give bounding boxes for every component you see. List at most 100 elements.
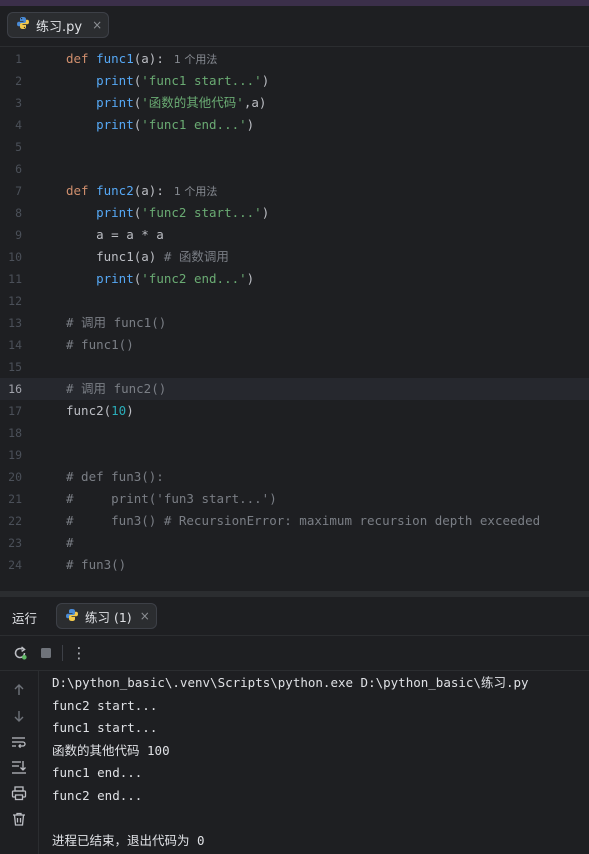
line-number: 1 (15, 52, 22, 66)
code-line[interactable]: 15 (0, 356, 589, 378)
file-tab[interactable]: 练习.py × (7, 12, 110, 38)
code-line[interactable]: 23 # (0, 532, 589, 554)
code-token: # func1() (66, 337, 134, 352)
console-line: func2 start... (52, 697, 158, 713)
line-number: 14 (8, 338, 22, 352)
code-line[interactable]: 6 (0, 158, 589, 180)
code-line[interactable]: 20 # def fun3(): (0, 466, 589, 488)
print-icon[interactable] (10, 784, 28, 802)
code-token: (a): (133, 183, 164, 198)
code-line[interactable]: 13 # 调用 func1() (0, 312, 589, 334)
code-token: a = a * a (66, 227, 164, 242)
code-token: # 调用 func2() (66, 381, 167, 396)
code-token: # fun3() # RecursionError: maximum recur… (66, 513, 541, 528)
line-number: 19 (8, 448, 22, 462)
code-token: print (96, 205, 134, 220)
usage-hint[interactable]: 1 个用法 (174, 53, 218, 66)
code-text: def func1(a): 1 个用法 (66, 48, 217, 71)
close-icon[interactable]: × (92, 18, 102, 32)
code-token: # (66, 535, 74, 550)
code-line[interactable]: 11 print('func2 end...') (0, 268, 589, 290)
code-line[interactable]: 16 # 调用 func2() (0, 378, 589, 400)
code-token: 'func2 end...' (141, 271, 247, 286)
code-token: 10 (111, 403, 127, 418)
code-line[interactable]: 21 # print('fun3 start...') (0, 488, 589, 510)
code-line[interactable]: 22 # fun3() # RecursionError: maximum rec… (0, 510, 589, 532)
soft-wrap-icon[interactable] (10, 733, 28, 751)
code-line[interactable]: 1 def func1(a): 1 个用法 (0, 48, 589, 70)
code-line[interactable]: 12 (0, 290, 589, 312)
code-token: print (96, 271, 134, 286)
code-token: # fun3() (66, 557, 127, 572)
trash-icon[interactable] (10, 810, 28, 828)
code-text: # fun3() # RecursionError: maximum recur… (66, 510, 540, 532)
line-number: 3 (15, 96, 22, 110)
code-text: # 调用 func2() (66, 378, 166, 400)
code-line[interactable]: 7 def func2(a): 1 个用法 (0, 180, 589, 202)
console-line: D:\python_basic\.venv\Scripts\python.exe… (52, 675, 529, 690)
code-text: # fun3() (66, 554, 126, 576)
code-line[interactable]: 8 print('func2 start...') (0, 202, 589, 224)
run-tab-label: 练习 (1) (85, 609, 132, 625)
down-arrow-icon[interactable] (10, 707, 28, 725)
code-token: func2 (96, 183, 134, 198)
code-line[interactable]: 14 # func1() (0, 334, 589, 356)
up-arrow-icon[interactable] (10, 681, 28, 699)
code-token: ) (126, 403, 134, 418)
run-toolbar: ⋮ (0, 636, 589, 671)
code-line[interactable]: 19 (0, 444, 589, 466)
code-token: ) (261, 205, 270, 220)
code-line[interactable]: 2 print('func1 start...') (0, 70, 589, 92)
code-line[interactable]: 9 a = a * a (0, 224, 589, 246)
code-text: # def fun3(): (66, 466, 164, 488)
line-number: 9 (15, 228, 22, 242)
code-line[interactable]: 24 # fun3() (0, 554, 589, 576)
line-number: 4 (15, 118, 22, 132)
code-line[interactable]: 3 print('函数的其他代码',a) (0, 92, 589, 114)
more-icon[interactable]: ⋮ (70, 644, 88, 662)
code-line[interactable]: 18 (0, 422, 589, 444)
python-icon (65, 608, 79, 625)
usage-hint[interactable]: 1 个用法 (174, 185, 218, 198)
code-line[interactable]: 10 func1(a) # 函数调用 (0, 246, 589, 268)
line-number: 23 (8, 536, 22, 550)
code-token: # 调用 func1() (66, 315, 167, 330)
code-token: # def fun3(): (66, 469, 164, 484)
code-token: 'func1 end...' (141, 117, 247, 132)
code-text: def func2(a): 1 个用法 (66, 180, 217, 203)
line-number: 6 (15, 162, 22, 176)
code-editor[interactable]: 1 def func1(a): 1 个用法 2 print('func1 start.… (0, 47, 589, 591)
code-token: # print('fun3 start...') (66, 491, 277, 506)
rerun-icon[interactable] (11, 644, 29, 662)
file-tab-label: 练习.py (36, 19, 83, 35)
run-config-tab[interactable]: 练习 (1) × (56, 603, 157, 629)
scroll-to-end-icon[interactable] (10, 758, 28, 776)
code-text: print('函数的其他代码',a) (66, 92, 266, 114)
run-panel-title: 运行 (12, 611, 38, 626)
code-line[interactable]: 4 print('func1 end...') (0, 114, 589, 136)
code-text: # print('fun3 start...') (66, 488, 277, 510)
code-token: func1(a) (66, 249, 164, 264)
code-text: print('func1 end...') (66, 114, 254, 136)
code-token: (a): (133, 51, 164, 66)
code-text: # (66, 532, 74, 554)
run-panel-header: 运行 练习 (1) × (0, 597, 589, 636)
code-line[interactable]: 5 (0, 136, 589, 158)
code-line[interactable]: 17 func2(10) (0, 400, 589, 422)
close-icon[interactable]: × (140, 609, 150, 623)
code-token: def (66, 183, 97, 198)
code-token: print (96, 73, 134, 88)
stop-icon[interactable] (37, 644, 55, 662)
line-number: 10 (8, 250, 22, 264)
code-token: print (96, 95, 134, 110)
line-number: 12 (8, 294, 22, 308)
code-token: func2( (66, 403, 112, 418)
console-output[interactable]: D:\python_basic\.venv\Scripts\python.exe… (52, 672, 529, 852)
editor-tab-bar: 练习.py × (0, 6, 589, 47)
console-sidebar (0, 671, 39, 854)
